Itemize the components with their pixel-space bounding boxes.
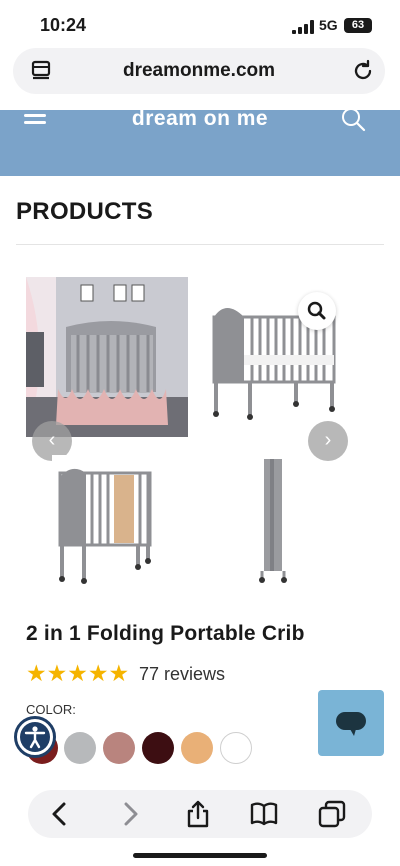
chat-icon: [336, 712, 366, 736]
site-header: dream on me: [0, 107, 400, 176]
product-title: 2 in 1 Folding Portable Crib: [26, 622, 305, 645]
divider: [16, 244, 384, 245]
zoom-icon: [307, 301, 326, 320]
reload-icon[interactable]: [351, 59, 375, 83]
zoom-button[interactable]: [298, 292, 336, 330]
color-swatch-natural[interactable]: [181, 732, 213, 764]
signal-icon: [292, 20, 314, 34]
chat-button[interactable]: [318, 690, 384, 756]
accessibility-icon: [20, 722, 50, 752]
color-swatch-grey[interactable]: [64, 732, 96, 764]
accessibility-button[interactable]: [14, 716, 56, 758]
tabs-overview-icon[interactable]: [318, 800, 346, 828]
page-title: PRODUCTS: [16, 198, 154, 225]
page: 10:24 5G 63 dreamonme.com dream on me PR…: [0, 0, 400, 866]
home-indicator: [133, 853, 267, 858]
reviews-link[interactable]: 77 reviews: [139, 664, 225, 685]
color-label: COLOR:: [26, 702, 76, 717]
share-icon[interactable]: [184, 800, 212, 828]
product-image-room[interactable]: [26, 277, 188, 437]
search-icon[interactable]: [340, 110, 366, 132]
network-type: 5G: [319, 17, 338, 33]
address-bar[interactable]: dreamonme.com: [13, 48, 385, 94]
forward-icon[interactable]: [116, 800, 144, 828]
product-image-folded[interactable]: [240, 455, 310, 585]
rating-stars: ★★★★★: [26, 660, 130, 686]
bookmarks-icon[interactable]: [250, 800, 278, 828]
color-swatch-white[interactable]: [220, 732, 252, 764]
url-text[interactable]: dreamonme.com: [13, 60, 385, 82]
gallery-next-button[interactable]: ›: [308, 421, 348, 461]
status-time: 10:24: [40, 15, 87, 35]
battery-indicator: 63: [344, 18, 372, 33]
browser-toolbar: [28, 790, 372, 838]
back-icon[interactable]: [46, 800, 74, 828]
product-image-folding[interactable]: [52, 455, 168, 585]
status-bar: 10:24 5G 63: [0, 0, 400, 50]
color-swatch-dusty-pink[interactable]: [103, 732, 135, 764]
color-swatch-espresso[interactable]: [142, 732, 174, 764]
